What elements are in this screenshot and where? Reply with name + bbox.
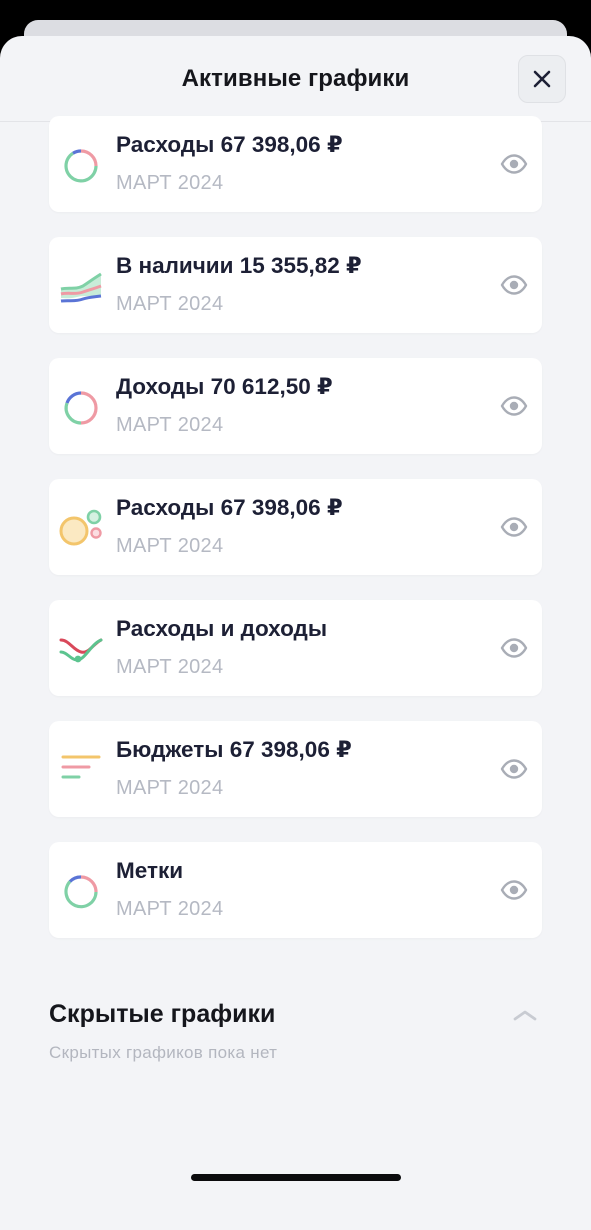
donut-chart-icon: [64, 149, 98, 183]
chart-card-period: МАРТ 2024: [116, 777, 224, 799]
stacked-area-chart-icon: [60, 272, 102, 303]
chart-card-title: Доходы 70 612,50 ₽: [116, 374, 333, 399]
chart-card-period: МАРТ 2024: [116, 656, 224, 678]
chart-card-title: Бюджеты 67 398,06 ₽: [116, 737, 352, 762]
chart-card-title: Метки: [116, 858, 184, 883]
eye-icon[interactable]: [500, 755, 528, 783]
hidden-charts-empty-text: Скрытых графиков пока нет: [49, 1043, 278, 1062]
chart-card-title: Расходы 67 398,06 ₽: [116, 132, 343, 157]
close-icon: [533, 70, 551, 88]
chart-card-income[interactable]: Доходы 70 612,50 ₽ МАРТ 2024: [49, 358, 542, 454]
sheet-header: Активные графики: [0, 36, 591, 122]
chart-card-period: МАРТ 2024: [116, 293, 224, 315]
eye-icon[interactable]: [500, 876, 528, 904]
chart-card-tags[interactable]: Метки МАРТ 2024: [49, 842, 542, 938]
line-chart-icon: [59, 638, 103, 663]
chart-card-period: МАРТ 2024: [116, 898, 224, 920]
chart-card-budgets[interactable]: Бюджеты 67 398,06 ₽ МАРТ 2024: [49, 721, 542, 817]
eye-icon[interactable]: [500, 392, 528, 420]
hidden-charts-title: Скрытые графики: [49, 1000, 276, 1028]
bubble-chart-icon: [59, 509, 102, 546]
donut-chart-icon: [64, 875, 98, 909]
chart-card-period: МАРТ 2024: [116, 414, 224, 436]
chart-card-title: Расходы 67 398,06 ₽: [116, 495, 343, 520]
eye-icon[interactable]: [500, 150, 528, 178]
donut-chart-icon: [64, 391, 98, 425]
chart-card-expenses-income[interactable]: Расходы и доходы МАРТ 2024: [49, 600, 542, 696]
sheet-title: Активные графики: [181, 64, 410, 92]
bar-list-icon: [61, 755, 101, 779]
eye-icon[interactable]: [500, 634, 528, 662]
close-button[interactable]: [518, 55, 566, 103]
home-indicator: [191, 1174, 401, 1181]
chart-card-title: Расходы и доходы: [116, 616, 328, 641]
chart-card-balance[interactable]: В наличии 15 355,82 ₽ МАРТ 2024: [49, 237, 542, 333]
eye-icon[interactable]: [500, 513, 528, 541]
chart-card-period: МАРТ 2024: [116, 172, 224, 194]
chevron-up-icon[interactable]: [512, 1007, 538, 1023]
chart-card-expenses[interactable]: Расходы 67 398,06 ₽ МАРТ 2024: [49, 116, 542, 212]
chart-card-period: МАРТ 2024: [116, 535, 224, 557]
active-charts-list: Расходы 67 398,06 ₽ МАРТ 2024 В наличии …: [49, 116, 542, 963]
chart-card-title: В наличии 15 355,82 ₽: [116, 253, 362, 278]
eye-icon[interactable]: [500, 271, 528, 299]
chart-card-expenses-bubbles[interactable]: Расходы 67 398,06 ₽ МАРТ 2024: [49, 479, 542, 575]
